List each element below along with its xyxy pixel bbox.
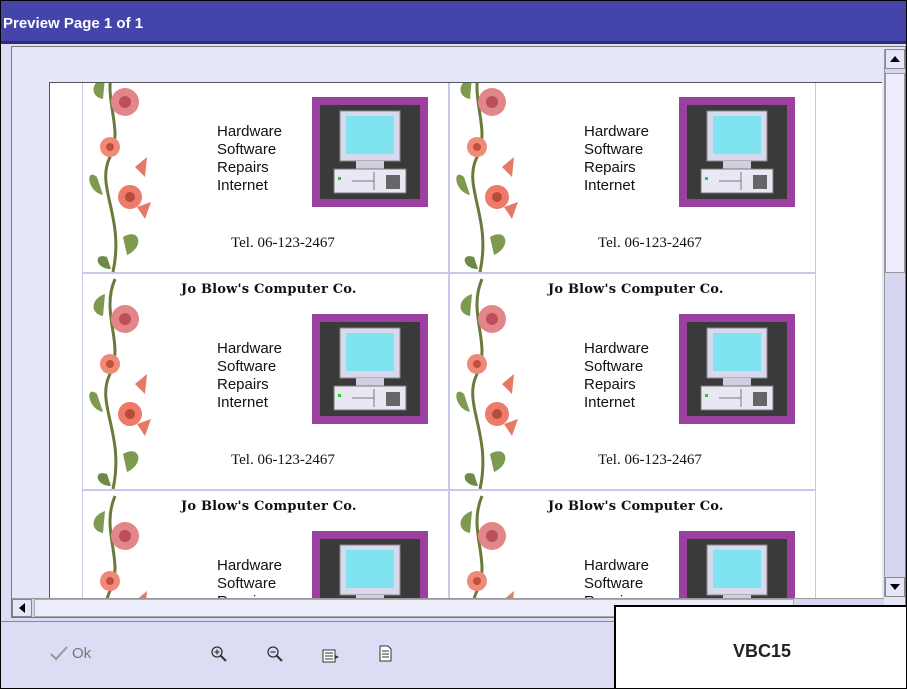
telephone: Tel. 06-123-2467 bbox=[598, 235, 702, 251]
computer-icon bbox=[679, 531, 795, 603]
floral-border-icon bbox=[456, 83, 518, 272]
service-item: Internet bbox=[217, 394, 268, 411]
scroll-up-button[interactable] bbox=[885, 49, 905, 69]
computer-icon bbox=[312, 314, 428, 424]
zoom-out-icon[interactable] bbox=[265, 644, 283, 662]
computer-icon bbox=[312, 97, 428, 207]
service-item: Hardware bbox=[217, 340, 283, 357]
service-item: Software bbox=[584, 575, 644, 592]
business-card: Jo Blow's Computer Co. Hardware Software… bbox=[449, 273, 816, 490]
service-item: Repairs bbox=[584, 159, 636, 176]
business-card: Jo Blow's Computer Co. Hardware Software… bbox=[449, 490, 816, 603]
ok-button[interactable]: Ok bbox=[49, 644, 91, 662]
service-item: Hardware bbox=[584, 123, 650, 140]
service-item: Internet bbox=[584, 177, 635, 194]
title-bar: Preview Page 1 of 1 bbox=[1, 1, 906, 44]
service-item: Internet bbox=[217, 177, 268, 194]
service-item: Software bbox=[217, 575, 277, 592]
services-list: Hardware Software Repairs Internet bbox=[217, 557, 282, 603]
floral-border-icon bbox=[89, 83, 151, 272]
full-page-icon[interactable] bbox=[377, 644, 395, 662]
arrow-down-icon bbox=[890, 584, 900, 590]
service-item: Software bbox=[584, 141, 644, 158]
service-item: Internet bbox=[584, 394, 635, 411]
vertical-scroll-thumb[interactable] bbox=[885, 73, 905, 273]
computer-icon bbox=[679, 97, 795, 207]
computer-icon bbox=[312, 531, 428, 603]
service-item: Software bbox=[584, 358, 644, 375]
business-card: Jo Blow's Computer Co. Hardware Software… bbox=[82, 490, 449, 603]
telephone: Tel. 06-123-2467 bbox=[231, 235, 335, 251]
company-name: Jo Blow's Computer Co. bbox=[181, 499, 357, 514]
business-card: Jo Blow's Computer Co. Hardware Software… bbox=[82, 273, 449, 490]
page-width-icon[interactable] bbox=[321, 647, 339, 665]
service-item: Hardware bbox=[584, 557, 650, 574]
arrow-left-icon bbox=[19, 603, 25, 613]
company-name: Jo Blow's Computer Co. bbox=[548, 499, 724, 514]
vertical-scrollbar[interactable] bbox=[884, 49, 905, 597]
service-item: Hardware bbox=[584, 340, 650, 357]
service-item: Repairs bbox=[217, 376, 269, 393]
company-name: Jo Blow's Computer Co. bbox=[181, 282, 357, 297]
business-card: Jo Blow's Computer Co. Hardware Software… bbox=[82, 83, 449, 273]
arrow-up-icon bbox=[890, 56, 900, 62]
zoom-in-icon[interactable] bbox=[209, 644, 227, 662]
code-badge: VBC15 bbox=[614, 605, 906, 688]
service-item: Software bbox=[217, 358, 277, 375]
service-item: Software bbox=[217, 141, 277, 158]
service-item: Hardware bbox=[217, 123, 283, 140]
business-card: Jo Blow's Computer Co. Hardware Software… bbox=[449, 83, 816, 273]
computer-icon bbox=[679, 314, 795, 424]
window-title: Preview Page 1 of 1 bbox=[3, 15, 144, 32]
service-item: Hardware bbox=[217, 557, 283, 574]
services-list: Hardware Software Repairs Internet bbox=[584, 557, 649, 603]
telephone: Tel. 06-123-2467 bbox=[231, 452, 335, 468]
preview-area: Jo Blow's Computer Co. Hardware Software… bbox=[11, 46, 906, 618]
preview-page: Jo Blow's Computer Co. Hardware Software… bbox=[49, 82, 882, 603]
service-item: Repairs bbox=[584, 376, 636, 393]
telephone: Tel. 06-123-2467 bbox=[598, 452, 702, 468]
floral-border-icon bbox=[93, 495, 147, 603]
services-list: Hardware Software Repairs Internet bbox=[584, 340, 649, 412]
services-list: Hardware Software Repairs Internet bbox=[584, 123, 649, 195]
services-list: Hardware Software Repairs Internet bbox=[217, 123, 282, 195]
preview-window: Preview Page 1 of 1 Jo Blow's Computer C… bbox=[0, 0, 907, 689]
floral-border-icon bbox=[456, 278, 518, 489]
company-name: Jo Blow's Computer Co. bbox=[548, 282, 724, 297]
service-item: Repairs bbox=[217, 159, 269, 176]
checkmark-icon bbox=[50, 646, 68, 661]
floral-border-icon bbox=[89, 278, 151, 489]
ok-label: Ok bbox=[72, 644, 92, 662]
floral-border-icon bbox=[460, 495, 514, 603]
services-list: Hardware Software Repairs Internet bbox=[217, 340, 282, 412]
scroll-left-button[interactable] bbox=[12, 599, 32, 617]
code-label: VBC15 bbox=[732, 641, 792, 661]
scroll-down-button[interactable] bbox=[885, 577, 905, 597]
